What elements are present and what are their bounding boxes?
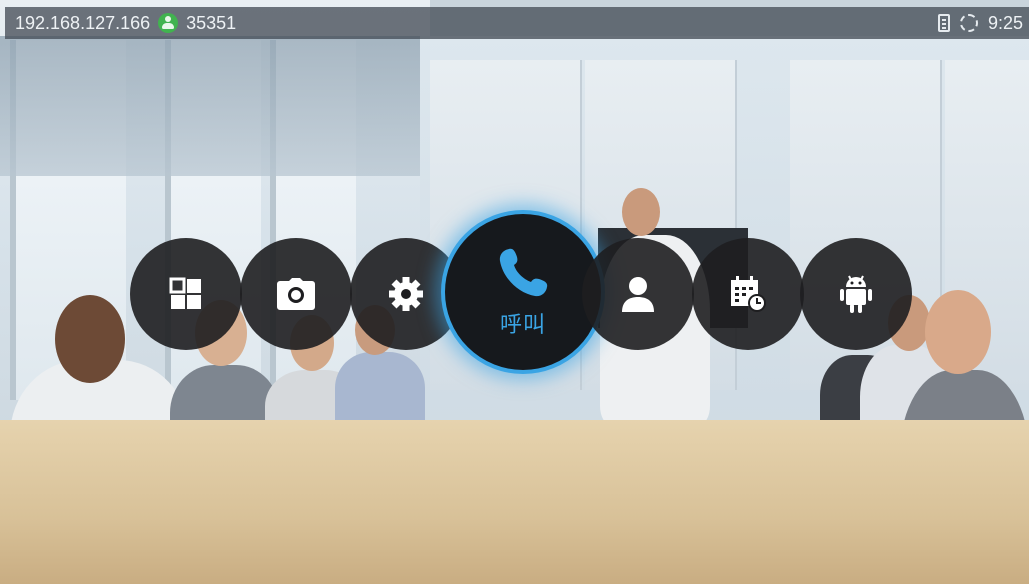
contacts-person-icon bbox=[622, 277, 654, 312]
android-app-button[interactable] bbox=[800, 238, 912, 350]
home-screen: 192.168.127.166 35351 9:25 呼叫 bbox=[0, 0, 1029, 584]
schedule-app-button[interactable] bbox=[692, 238, 804, 350]
android-icon bbox=[840, 275, 872, 313]
settings-gear-icon bbox=[389, 277, 423, 311]
app-launcher: 呼叫 bbox=[0, 0, 1029, 584]
dashboard-app-button[interactable] bbox=[130, 238, 242, 350]
dashboard-icon bbox=[169, 277, 201, 309]
call-label: 呼叫 bbox=[499, 312, 546, 337]
contacts-app-button[interactable] bbox=[582, 238, 694, 350]
call-app-button[interactable]: 呼叫 bbox=[441, 210, 605, 374]
camera-icon bbox=[277, 278, 315, 310]
calendar-schedule-icon bbox=[731, 276, 766, 312]
phone-icon bbox=[499, 248, 548, 297]
camera-app-button[interactable] bbox=[240, 238, 352, 350]
